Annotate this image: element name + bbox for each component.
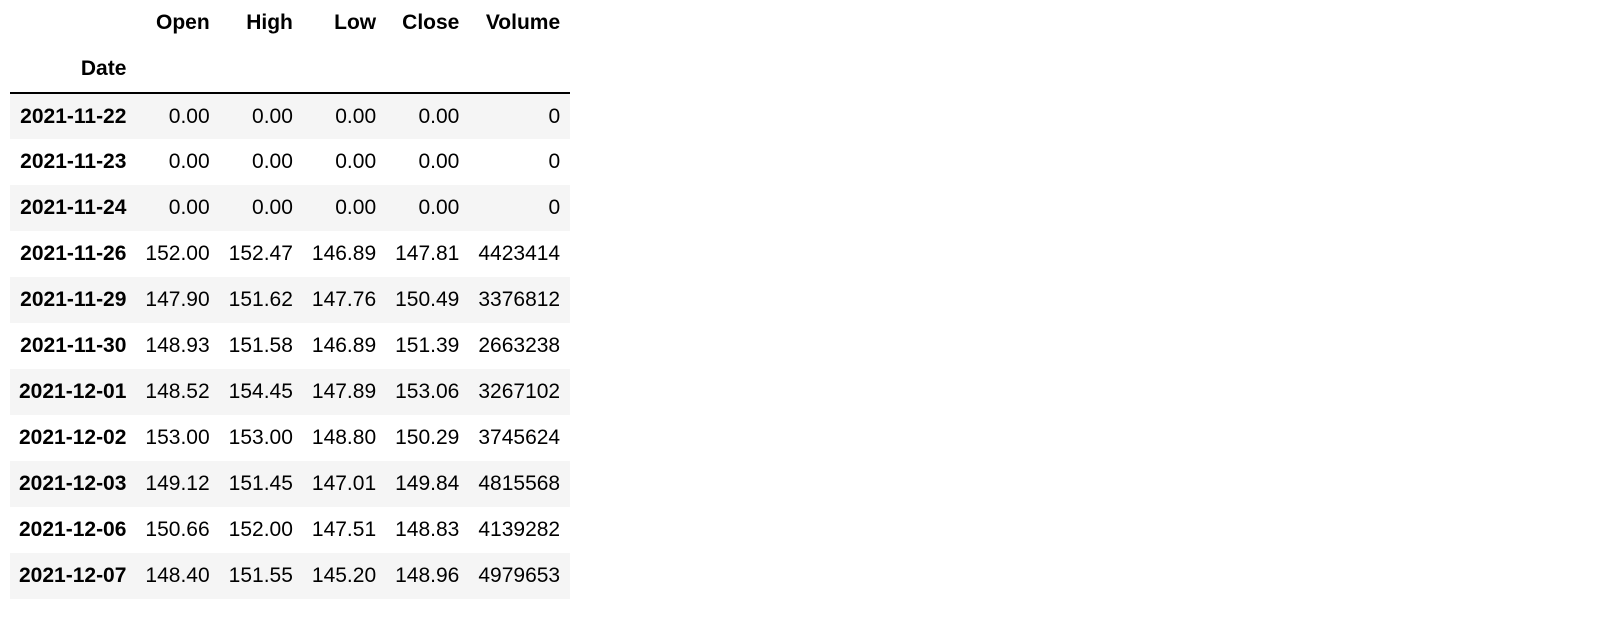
row-index-date: 2021-12-01 — [19, 380, 127, 403]
cell-volume: 3376812 — [478, 288, 561, 311]
row-index-date: 2021-11-26 — [20, 242, 127, 265]
cell-close: 148.96 — [395, 564, 460, 587]
cell-open: 148.52 — [145, 380, 210, 403]
cell-open: 0.00 — [168, 196, 210, 219]
cell-volume: 0 — [548, 104, 561, 128]
cell-volume: 0 — [548, 196, 561, 219]
row-index-date: 2021-12-03 — [19, 472, 127, 495]
row-index-date: 2021-12-06 — [19, 518, 127, 541]
cell-low: 0.00 — [335, 196, 377, 219]
index-name-spacer — [469, 46, 570, 93]
dataframe-table: Open High Low Close Volume Date 2021-11-… — [10, 0, 571, 599]
cell-low: 147.89 — [311, 380, 377, 403]
index-name-spacer — [220, 46, 303, 93]
cell-high: 151.45 — [228, 472, 293, 495]
cell-close: 148.83 — [395, 518, 460, 541]
cell-close: 0.00 — [418, 150, 460, 173]
column-header-close: Close — [402, 11, 460, 34]
cell-low: 147.01 — [311, 472, 377, 495]
cell-volume: 4815568 — [478, 472, 561, 495]
cell-close: 0.00 — [418, 104, 460, 128]
cell-volume: 4979653 — [478, 564, 561, 587]
cell-low: 148.80 — [311, 426, 377, 449]
table-header: Open High Low Close Volume Date — [10, 0, 571, 93]
cell-open: 0.00 — [168, 104, 210, 128]
cell-high: 152.00 — [228, 518, 293, 541]
cell-open: 148.40 — [145, 564, 210, 587]
table-row: 2021-11-22 0.00 0.00 0.00 0.00 0 — [10, 93, 571, 139]
cell-high: 0.00 — [252, 150, 293, 173]
column-header-low: Low — [334, 11, 377, 34]
cell-low: 145.20 — [311, 564, 377, 587]
cell-close: 150.49 — [395, 288, 460, 311]
cell-volume: 4139282 — [478, 518, 561, 541]
cell-volume: 3745624 — [478, 426, 561, 449]
cell-volume: 4423414 — [478, 242, 561, 265]
cell-high: 0.00 — [252, 196, 293, 219]
column-header-row: Open High Low Close Volume — [10, 0, 570, 46]
table-row: 2021-12-07 148.40 151.55 145.20 148.96 497965… — [10, 553, 571, 599]
row-index-date: 2021-11-24 — [20, 196, 127, 219]
cell-high: 151.58 — [228, 334, 293, 357]
index-name-spacer — [386, 46, 469, 93]
cell-open: 153.00 — [145, 426, 210, 449]
cell-close: 153.06 — [395, 380, 460, 403]
cell-high: 154.45 — [228, 380, 293, 403]
cell-close: 147.81 — [395, 242, 460, 265]
cell-low: 146.89 — [311, 334, 377, 357]
table-row: 2021-12-06 150.66 152.00 147.51 148.83 413928… — [10, 507, 571, 553]
cell-close: 0.00 — [418, 196, 460, 219]
cell-low: 0.00 — [335, 150, 377, 173]
index-name-row: Date — [10, 46, 571, 93]
row-index-date: 2021-11-23 — [20, 150, 127, 173]
table-row: 2021-12-02 153.00 153.00 148.80 150.29 374562… — [10, 415, 571, 461]
table-row: 2021-12-01 148.52 154.45 147.89 153.06 326710… — [10, 369, 571, 415]
row-index-date: 2021-11-22 — [20, 104, 127, 128]
table-row: 2021-12-03 149.12 151.45 147.01 149.84 481556… — [10, 461, 571, 507]
cell-high: 0.00 — [252, 104, 293, 128]
table-row: 2021-11-24 0.00 0.00 0.00 0.00 0 — [10, 185, 571, 231]
cell-open: 150.66 — [145, 518, 210, 541]
row-index-date: 2021-12-07 — [19, 564, 127, 587]
column-header-high: High — [246, 11, 293, 34]
table-row: 2021-11-30 148.93 151.58 146.89 151.39 266323… — [10, 323, 571, 369]
cell-close: 149.84 — [395, 472, 460, 495]
table-row: 2021-11-23 0.00 0.00 0.00 0.00 0 — [10, 139, 571, 185]
corner-cell — [10, 0, 136, 46]
cell-low: 146.89 — [311, 242, 377, 265]
table-row: 2021-11-26 152.00 152.47 146.89 147.81 442341… — [10, 231, 571, 277]
cell-low: 147.76 — [311, 288, 377, 311]
cell-high: 151.62 — [228, 288, 293, 311]
cell-open: 152.00 — [145, 242, 210, 265]
cell-low: 147.51 — [311, 518, 377, 541]
column-header-open: Open — [155, 11, 210, 34]
cell-high: 151.55 — [228, 564, 293, 587]
cell-close: 150.29 — [395, 426, 460, 449]
cell-low: 0.00 — [335, 104, 377, 128]
index-name-spacer — [136, 46, 219, 93]
index-name-spacer — [303, 46, 386, 93]
cell-volume: 3267102 — [478, 380, 561, 403]
cell-high: 152.47 — [228, 242, 293, 265]
cell-volume: 0 — [548, 150, 561, 173]
row-index-date: 2021-11-30 — [20, 334, 127, 357]
cell-high: 153.00 — [228, 426, 293, 449]
cell-open: 149.12 — [145, 472, 210, 495]
cell-close: 151.39 — [395, 334, 460, 357]
row-index-date: 2021-12-02 — [19, 426, 127, 449]
row-index-date: 2021-11-29 — [20, 288, 127, 311]
table-body: 2021-11-22 0.00 0.00 0.00 0.00 0 2021-11-23 0.0… — [10, 93, 571, 599]
table-row: 2021-11-29 147.90 151.62 147.76 150.49 337681… — [10, 277, 571, 323]
cell-open: 148.93 — [145, 334, 210, 357]
cell-open: 147.90 — [145, 288, 210, 311]
index-name-label: Date — [80, 57, 127, 80]
cell-open: 0.00 — [168, 150, 210, 173]
column-header-volume: Volume — [485, 11, 561, 34]
cell-volume: 2663238 — [478, 334, 561, 357]
